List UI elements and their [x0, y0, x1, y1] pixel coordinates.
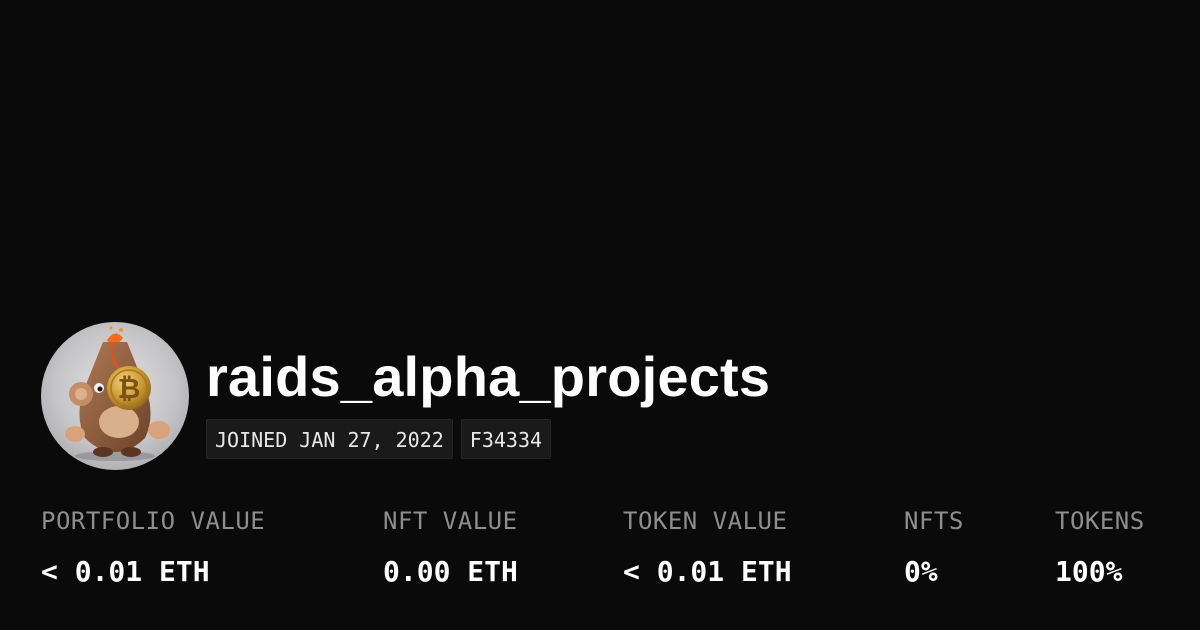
stat-nft-value: NFT VALUE 0.00 ETH — [383, 505, 518, 589]
username: raids_alpha_projects — [206, 345, 771, 408]
stat-value: 100% — [1055, 555, 1123, 588]
avatar: ₿ — [41, 322, 189, 470]
joined-date-badge: JOINED JAN 27, 2022 — [206, 419, 453, 459]
stat-label: NFTS — [904, 507, 964, 535]
stat-portfolio-value: PORTFOLIO VALUE < 0.01 ETH — [41, 505, 265, 589]
stat-value: < 0.01 ETH — [41, 555, 210, 588]
volcano-creature-bitcoin-icon: ₿ — [65, 326, 170, 461]
svg-text:₿: ₿ — [118, 372, 141, 405]
color-code-badge: F34334 — [460, 419, 552, 459]
stat-value: 0% — [904, 555, 938, 588]
stat-label: TOKEN VALUE — [623, 507, 788, 535]
profile-badges: JOINED JAN 27, 2022 F34334 — [206, 419, 552, 459]
stat-value: 0.00 ETH — [383, 555, 518, 588]
stat-tokens-percent: TOKENS 100% — [1055, 505, 1145, 589]
stat-label: PORTFOLIO VALUE — [41, 507, 266, 535]
stat-label: NFT VALUE — [383, 507, 518, 535]
stat-value: < 0.01 ETH — [623, 555, 792, 588]
stat-token-value: TOKEN VALUE < 0.01 ETH — [623, 505, 792, 589]
stat-label: TOKENS — [1055, 507, 1145, 535]
profile-card: ₿ raids_alpha_projects JOINED JAN 27, 20… — [0, 0, 1200, 630]
stat-nfts-percent: NFTS 0% — [904, 505, 964, 589]
